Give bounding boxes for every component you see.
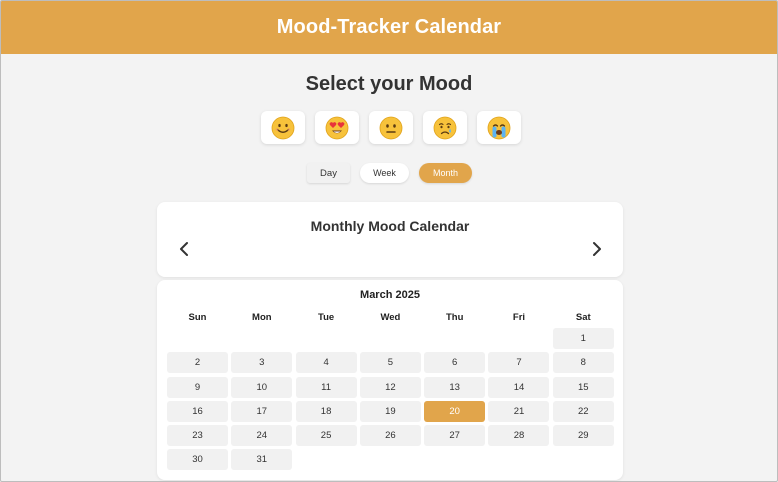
mood-heading: Select your Mood: [305, 73, 473, 95]
calendar-day[interactable]: 29: [552, 425, 614, 447]
calendar-day[interactable]: 14: [488, 376, 550, 398]
weekday-label: Sun: [188, 312, 207, 323]
mood-selector: [261, 111, 521, 144]
month-label: March 2025: [360, 289, 420, 301]
weekday-label: Mon: [252, 312, 272, 323]
calendar-day[interactable]: 11: [295, 376, 357, 398]
calendar-day[interactable]: 4: [295, 352, 357, 374]
calendar-day[interactable]: 31: [231, 449, 293, 471]
view-toggle: Day Week Month: [307, 163, 472, 183]
calendar-day[interactable]: 22: [552, 400, 614, 422]
calendar-day[interactable]: 6: [424, 352, 486, 374]
calendar-day[interactable]: 27: [424, 425, 486, 447]
weekday-label: Wed: [380, 312, 401, 323]
heart-eyes-face-icon: [325, 116, 349, 139]
calendar-day[interactable]: 7: [488, 352, 550, 374]
mood-button-love[interactable]: [315, 111, 359, 144]
calendar-empty-cell: [296, 328, 357, 349]
calendar-day[interactable]: 12: [359, 376, 421, 398]
calendar-day[interactable]: 17: [231, 400, 293, 422]
calendar-day[interactable]: 25: [295, 425, 357, 447]
calendar-day[interactable]: 30: [167, 449, 228, 471]
neutral-face-icon: [379, 116, 403, 139]
smiling-face-icon: [271, 116, 295, 139]
chevron-right-icon: [593, 242, 601, 256]
app-title: Mood-Tracker Calendar: [276, 16, 502, 38]
mood-button-happy[interactable]: [261, 111, 305, 144]
mood-button-neutral[interactable]: [369, 111, 413, 144]
calendar-day[interactable]: 21: [488, 400, 550, 422]
app-header: Mood-Tracker Calendar: [1, 1, 777, 54]
calendar-day[interactable]: 19: [359, 400, 421, 422]
mood-button-very-sad[interactable]: [477, 111, 521, 144]
weekday-label: Thu: [445, 312, 464, 323]
calendar-empty-cell: [231, 328, 292, 349]
chevron-left-icon: [180, 242, 188, 256]
calendar-day[interactable]: 5: [359, 352, 421, 374]
next-month-button[interactable]: [587, 239, 607, 259]
weekday-label: Tue: [318, 312, 335, 323]
calendar-day[interactable]: 13: [424, 376, 486, 398]
calendar-day[interactable]: 15: [552, 376, 614, 398]
calendar-day[interactable]: 3: [231, 352, 293, 374]
calendar-empty-cell: [424, 328, 485, 349]
calendar-day[interactable]: 26: [359, 425, 421, 447]
calendar-empty-cell: [360, 328, 421, 349]
calendar-day[interactable]: 1: [552, 328, 614, 349]
view-month-button[interactable]: Month: [419, 163, 472, 183]
calendar-header-card: Monthly Mood Calendar: [157, 202, 623, 277]
calendar-day[interactable]: 9: [167, 376, 228, 398]
weekday-label: Fri: [512, 312, 526, 323]
calendar-day[interactable]: 10: [231, 376, 293, 398]
calendar-empty-cell: [488, 328, 549, 349]
calendar-day-selected[interactable]: 20: [424, 400, 486, 422]
mood-button-sad[interactable]: [423, 111, 467, 144]
calendar-day[interactable]: 23: [167, 425, 228, 447]
crying-face-icon: [433, 116, 457, 139]
view-day-button[interactable]: Day: [307, 163, 350, 183]
previous-month-button[interactable]: [174, 239, 194, 259]
calendar-days-grid: 1 2 3 4 5 6 7 8 9 10 11 12 13 14 15 16 17 18 19 20 21 22 23 24 2…: [167, 328, 614, 471]
weekday-header-row: Sun Mon Tue Wed Thu Fri Sat: [167, 312, 614, 324]
calendar-day[interactable]: 24: [231, 425, 293, 447]
app-window: Mood-Tracker Calendar Select your Mood D…: [0, 0, 778, 482]
calendar-grid-card: March 2025 Sun Mon Tue Wed Thu Fri Sat 1…: [157, 280, 623, 480]
calendar-day[interactable]: 28: [488, 425, 550, 447]
weekday-label: Sat: [575, 312, 591, 323]
calendar-day[interactable]: 16: [167, 400, 228, 422]
view-week-button[interactable]: Week: [360, 163, 409, 183]
calendar-day[interactable]: 8: [552, 352, 614, 374]
calendar-title: Monthly Mood Calendar: [310, 218, 470, 234]
loudly-crying-face-icon: [487, 116, 511, 139]
calendar-day[interactable]: 2: [167, 352, 228, 374]
calendar-empty-cell: [167, 328, 228, 349]
calendar-day[interactable]: 18: [295, 400, 357, 422]
